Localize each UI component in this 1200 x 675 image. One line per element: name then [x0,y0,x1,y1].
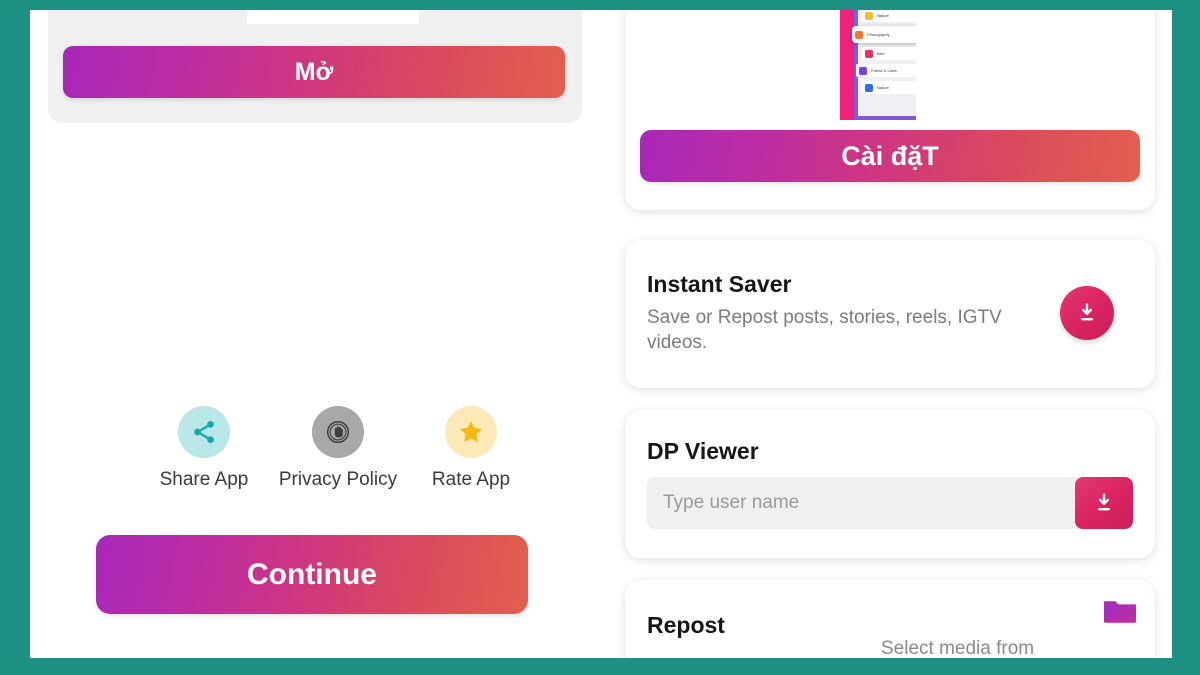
frame-right-band [1172,0,1200,675]
shortcut-share-app[interactable]: Share App [140,406,268,491]
instant-saver-title: Instant Saver [647,271,792,297]
app-preview-inner: hashtags Category Nature › Photography [840,0,916,120]
folder-icon-glyph [1104,601,1136,623]
preview-item-icon [865,11,873,20]
right-panel: hashtags Category Nature › Photography [613,0,1172,675]
shortcut-rate-app-label: Rate App [431,469,511,490]
frame-top-band [0,0,1200,10]
download-icon [1097,493,1110,511]
folder-icon[interactable] [1103,597,1137,627]
repost-description: Select media from [881,638,1035,659]
open-card: Mở [48,0,582,123]
preview-sheet: Category Nature › Photography › [852,0,916,116]
dp-viewer-download-button[interactable] [1075,477,1133,529]
privacy-icon [326,420,350,444]
star-icon-circle [445,406,497,458]
left-panel: Mở Share App Privacy Policy Rate App Con… [30,0,613,658]
preview-item-label: Follow & Likes [871,68,897,73]
preview-list-item: Nature › [862,9,916,22]
repost-title: Repost [647,612,725,638]
preview-item-icon [855,30,863,39]
instant-saver-card: Instant Saver Save or Repost posts, stor… [625,240,1155,388]
dp-viewer-title: DP Viewer [647,438,759,464]
share-icon [194,421,214,443]
download-icon [1080,303,1093,321]
shortcut-share-app-label: Share App [159,469,249,490]
preview-item-label: Bike [877,51,885,56]
preview-item-icon [865,49,873,58]
app-preview-thumbnail: hashtags Category Nature › Photography [826,0,930,120]
content-surface: Mở Share App Privacy Policy Rate App Con… [30,0,1172,675]
instant-saver-description: Save or Repost posts, stories, reels, IG… [647,307,1002,353]
shortcut-privacy-policy-label: Privacy Policy [278,469,398,490]
app-frame: Mở Share App Privacy Policy Rate App Con… [0,0,1200,675]
star-icon [460,421,482,442]
frame-bottom-band [0,658,1200,675]
preview-list-item: Bike › [862,47,916,60]
install-button[interactable]: Cài đặT [640,130,1140,182]
frame-left-band [0,0,30,675]
shortcut-row: Share App Privacy Policy Rate App [140,406,560,491]
preview-item-icon [865,83,873,92]
preview-list-item: Nature › [862,81,916,94]
preview-item-label: Nature [877,85,890,90]
preview-item-label: Nature [877,13,890,18]
preview-item-label: Photography [867,32,890,37]
continue-button[interactable]: Continue [96,535,528,614]
shortcut-rate-app[interactable]: Rate App [408,406,534,491]
share-icon-circle [178,406,230,458]
preview-stripe-left [840,0,854,120]
open-button[interactable]: Mở [63,46,565,98]
dp-viewer-card: DP Viewer [625,410,1155,558]
dp-viewer-input-group [647,477,1133,529]
dp-viewer-username-input[interactable] [647,477,1079,529]
privacy-icon-circle [312,406,364,458]
preview-list-item: Follow & Likes › [856,64,916,77]
preview-item-icon [859,66,867,75]
preview-list-item: Photography › [852,26,916,43]
shortcut-privacy-policy[interactable]: Privacy Policy [268,406,408,491]
install-card: hashtags Category Nature › Photography [625,0,1155,210]
instant-saver-download-button[interactable] [1060,286,1114,340]
